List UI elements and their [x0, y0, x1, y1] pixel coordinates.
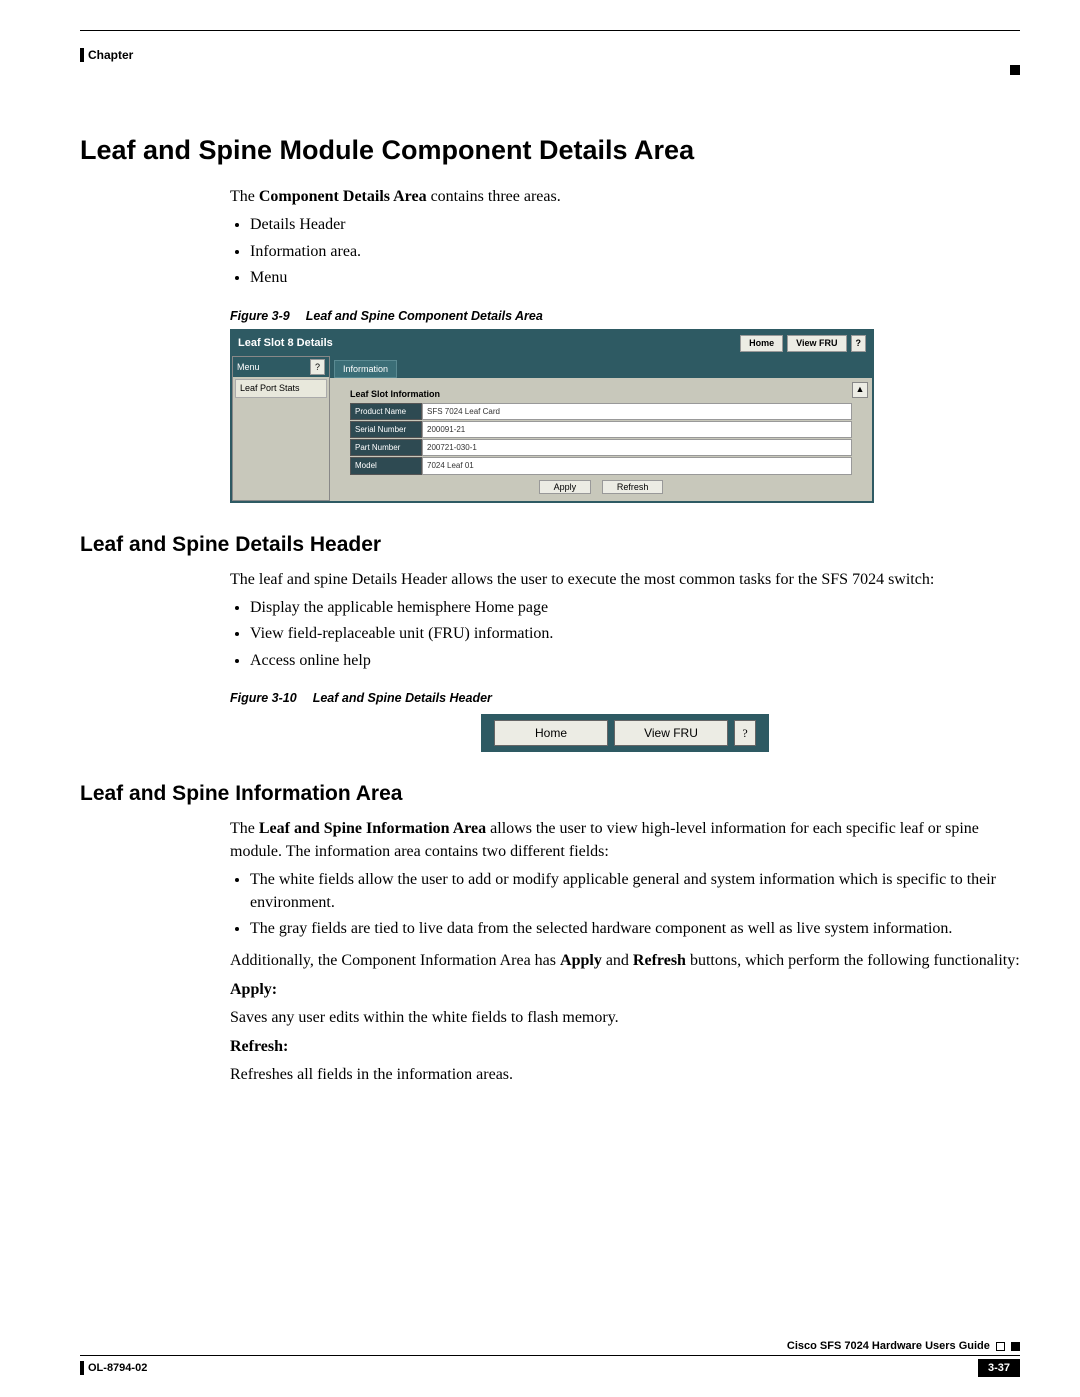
page-footer: Cisco SFS 7024 Hardware Users Guide OL-8…	[80, 1340, 1020, 1377]
field-label: Serial Number	[350, 421, 422, 438]
menu-label: Menu	[237, 361, 260, 374]
page-number: 3-37	[978, 1359, 1020, 1377]
list-item: Details Header	[250, 214, 1020, 236]
menu-sidebar: Menu ? Leaf Port Stats	[232, 356, 330, 501]
menu-help-icon[interactable]: ?	[310, 359, 325, 376]
field-label: Product Name	[350, 403, 422, 420]
section-title-information-area: Leaf and Spine Information Area	[80, 782, 1020, 806]
info-box-title: Leaf Slot Information	[350, 386, 852, 403]
header-square-icon	[1010, 65, 1020, 75]
view-fru-button[interactable]: View FRU	[787, 335, 846, 352]
details-bullets: Display the applicable hemisphere Home p…	[230, 597, 1020, 672]
list-item: Menu	[250, 267, 1020, 289]
header-marker	[80, 48, 84, 62]
intro-paragraph: The Component Details Area contains thre…	[230, 186, 1020, 208]
intro-bullets: Details Header Information area. Menu	[230, 214, 1020, 289]
home-button[interactable]: Home	[494, 720, 608, 747]
scroll-up-icon[interactable]: ▲	[852, 382, 868, 398]
footer-guide: Cisco SFS 7024 Hardware Users Guide	[787, 1340, 990, 1352]
page-header: Chapter	[80, 35, 1020, 75]
field-value[interactable]: 200721-030-1	[422, 439, 852, 456]
page-title: Leaf and Spine Module Component Details …	[80, 135, 1020, 166]
figure-3-9: Leaf Slot 8 Details Home View FRU ? Menu…	[230, 329, 874, 503]
slot-title: Leaf Slot 8 Details	[238, 336, 333, 351]
refresh-label: Refresh:	[230, 1036, 1020, 1058]
footer-doc-id: OL-8794-02	[88, 1362, 147, 1374]
list-item: View field-replaceable unit (FRU) inform…	[250, 623, 1020, 645]
list-item: Display the applicable hemisphere Home p…	[250, 597, 1020, 619]
figure-3-10: Home View FRU ?	[481, 714, 769, 753]
table-row: Product Name SFS 7024 Leaf Card	[350, 403, 852, 420]
refresh-text: Refreshes all fields in the information …	[230, 1064, 1020, 1086]
apply-text: Saves any user edits within the white fi…	[230, 1007, 1020, 1029]
list-item: The gray fields are tied to live data fr…	[250, 918, 1020, 940]
info-paragraph-2: Additionally, the Component Information …	[230, 950, 1020, 972]
field-value[interactable]: 7024 Leaf 01	[422, 457, 852, 474]
table-row: Serial Number 200091-21	[350, 421, 852, 438]
sidebar-item-leaf-port-stats[interactable]: Leaf Port Stats	[235, 379, 327, 398]
section-title-details-header: Leaf and Spine Details Header	[80, 533, 1020, 557]
list-item: The white fields allow the user to add o…	[250, 869, 1020, 914]
field-value[interactable]: 200091-21	[422, 421, 852, 438]
view-fru-button[interactable]: View FRU	[614, 720, 728, 747]
field-label: Model	[350, 457, 422, 474]
field-label: Part Number	[350, 439, 422, 456]
apply-button[interactable]: Apply	[539, 480, 592, 494]
list-item: Access online help	[250, 650, 1020, 672]
info-bullets: The white fields allow the user to add o…	[230, 869, 1020, 940]
list-item: Information area.	[250, 241, 1020, 263]
apply-label: Apply:	[230, 979, 1020, 1001]
refresh-button[interactable]: Refresh	[602, 480, 664, 494]
footer-bar-icon	[80, 1361, 84, 1375]
table-row: Model 7024 Leaf 01	[350, 457, 852, 474]
table-row: Part Number 200721-030-1	[350, 439, 852, 456]
footer-square-icon	[996, 1342, 1005, 1351]
help-button[interactable]: ?	[734, 720, 756, 747]
tab-information[interactable]: Information	[334, 360, 397, 379]
field-value[interactable]: SFS 7024 Leaf Card	[422, 403, 852, 420]
figure-caption: Figure 3-9Leaf and Spine Component Detai…	[230, 308, 1020, 326]
details-paragraph: The leaf and spine Details Header allows…	[230, 569, 1020, 591]
intro-block: The Component Details Area contains thre…	[230, 186, 1020, 503]
chapter-label: Chapter	[88, 48, 133, 62]
home-button[interactable]: Home	[740, 335, 783, 352]
footer-square-icon	[1011, 1342, 1020, 1351]
info-paragraph-1: The Leaf and Spine Information Area allo…	[230, 818, 1020, 863]
help-button[interactable]: ?	[851, 335, 867, 352]
figure-caption: Figure 3-10Leaf and Spine Details Header	[230, 690, 1020, 708]
